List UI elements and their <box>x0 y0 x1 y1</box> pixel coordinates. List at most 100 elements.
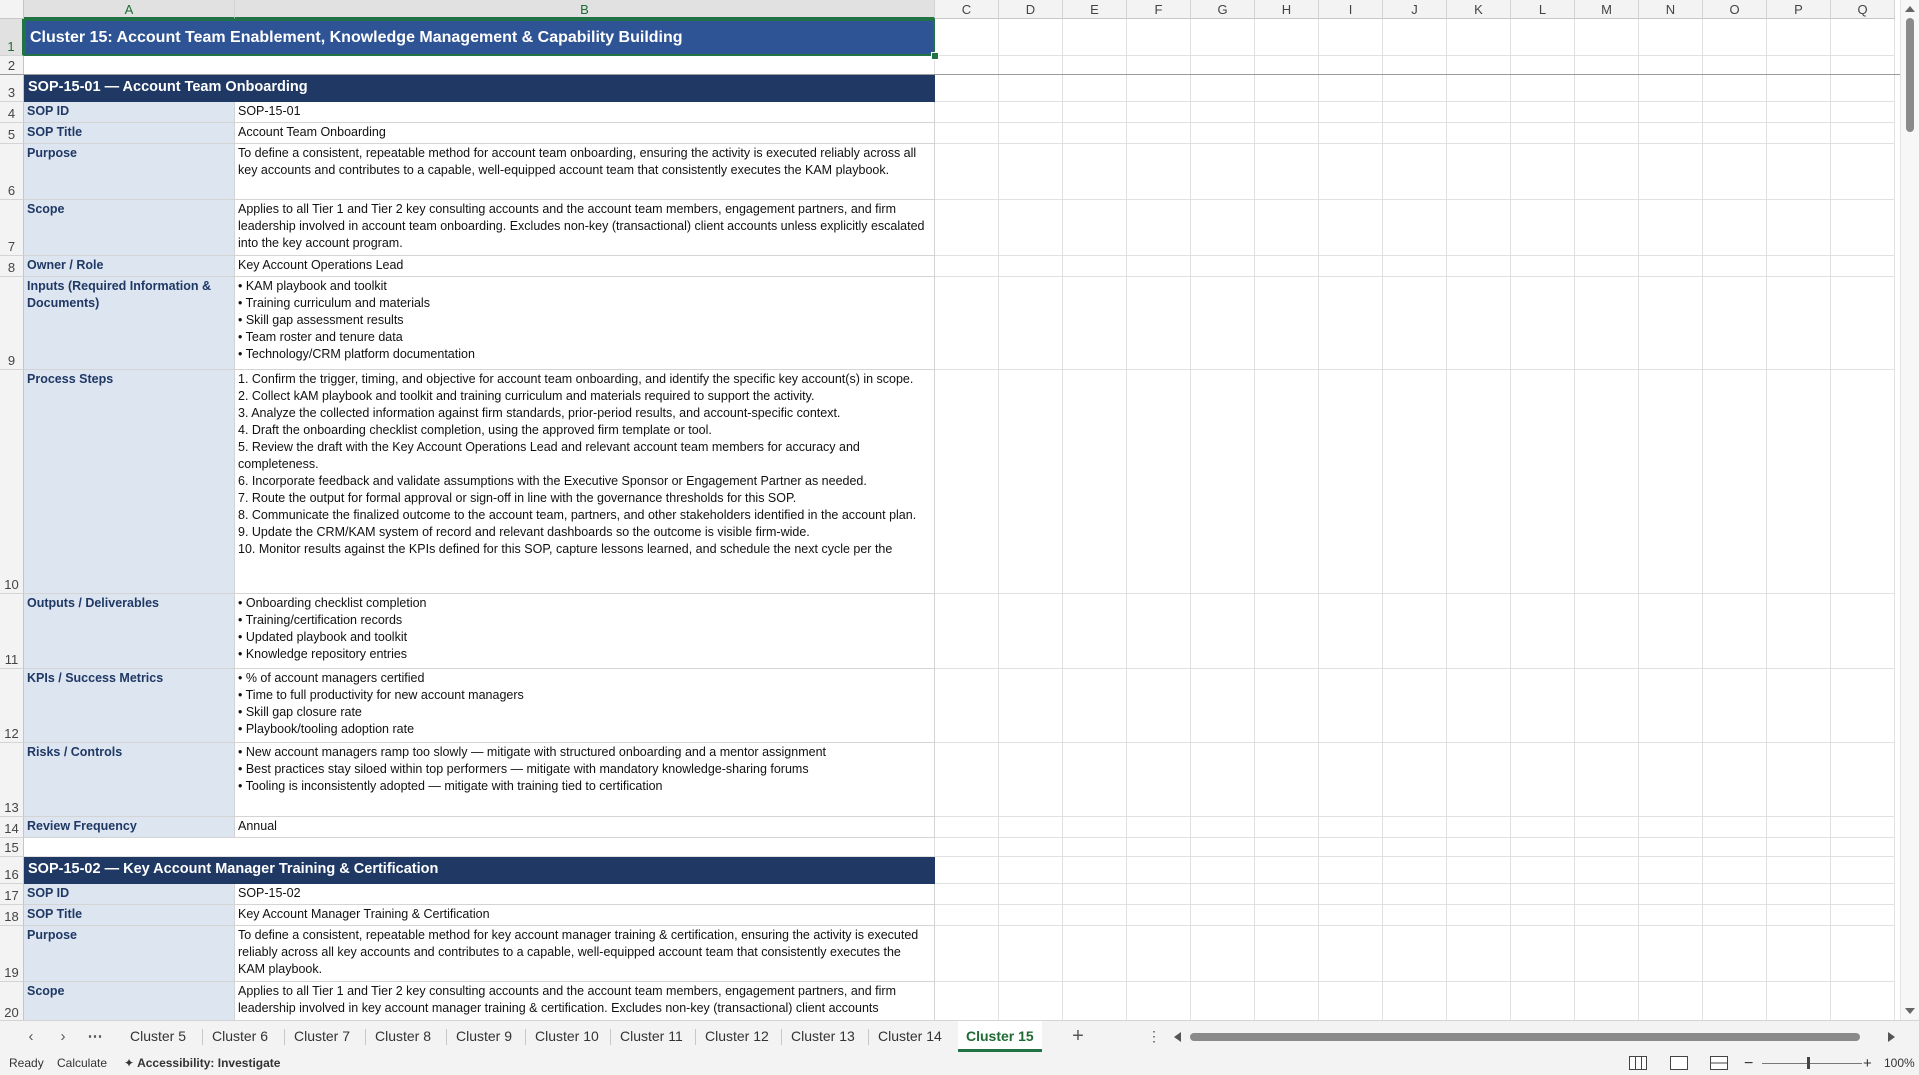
empty-cell[interactable] <box>1319 857 1383 884</box>
empty-cell[interactable] <box>1255 743 1319 817</box>
empty-cell[interactable] <box>1575 594 1639 669</box>
empty-cell[interactable] <box>935 200 999 256</box>
empty-cell[interactable] <box>1575 905 1639 926</box>
empty-cell[interactable] <box>999 743 1063 817</box>
empty-cell[interactable] <box>1447 256 1511 277</box>
column-header-p[interactable]: P <box>1767 0 1831 19</box>
empty-cell[interactable] <box>1511 256 1575 277</box>
empty-cell[interactable] <box>1127 743 1191 817</box>
empty-cell[interactable] <box>1511 669 1575 743</box>
empty-row-cell[interactable] <box>24 56 935 75</box>
column-header-e[interactable]: E <box>1063 0 1127 19</box>
empty-cell[interactable] <box>1831 669 1895 743</box>
empty-cell[interactable] <box>1191 857 1255 884</box>
empty-cell[interactable] <box>1767 982 1831 1020</box>
column-header-j[interactable]: J <box>1383 0 1447 19</box>
empty-cell[interactable] <box>1831 982 1895 1020</box>
empty-cell[interactable] <box>1319 370 1383 594</box>
empty-cell[interactable] <box>1319 884 1383 905</box>
empty-cell[interactable] <box>1575 857 1639 884</box>
empty-cell[interactable] <box>1063 905 1127 926</box>
empty-cell[interactable] <box>935 743 999 817</box>
empty-cell[interactable] <box>1767 256 1831 277</box>
sheet-tab-cluster-14[interactable]: Cluster 14 <box>870 1021 950 1052</box>
empty-cell[interactable] <box>1127 817 1191 838</box>
empty-cell[interactable] <box>1767 123 1831 144</box>
empty-cell[interactable] <box>1511 817 1575 838</box>
empty-cell[interactable] <box>1639 817 1703 838</box>
more-sheets-icon[interactable]: ⋯ <box>82 1021 108 1052</box>
empty-cell[interactable] <box>1319 982 1383 1020</box>
empty-cell[interactable] <box>1703 370 1767 594</box>
empty-cell[interactable] <box>1127 884 1191 905</box>
empty-cell[interactable] <box>999 200 1063 256</box>
scroll-right-icon[interactable] <box>1888 1032 1895 1042</box>
empty-cell[interactable] <box>1447 926 1511 982</box>
empty-cell[interactable] <box>1511 19 1575 56</box>
column-header-c[interactable]: C <box>935 0 999 19</box>
empty-cell[interactable] <box>1447 817 1511 838</box>
row-header-19[interactable]: 19 <box>0 926 24 982</box>
empty-cell[interactable] <box>1255 277 1319 370</box>
empty-cell[interactable] <box>1063 857 1127 884</box>
zoom-slider-thumb[interactable] <box>1807 1057 1810 1069</box>
empty-cell[interactable] <box>1255 817 1319 838</box>
empty-cell[interactable] <box>1575 256 1639 277</box>
empty-cell[interactable] <box>1511 838 1575 857</box>
empty-cell[interactable] <box>1447 200 1511 256</box>
empty-cell[interactable] <box>1767 743 1831 817</box>
field-label-cell[interactable]: SOP ID <box>24 102 235 123</box>
empty-cell[interactable] <box>1511 857 1575 884</box>
empty-cell[interactable] <box>1383 277 1447 370</box>
empty-cell[interactable] <box>1191 594 1255 669</box>
empty-cell[interactable] <box>1063 838 1127 857</box>
empty-cell[interactable] <box>1703 75 1767 102</box>
empty-cell[interactable] <box>1575 743 1639 817</box>
empty-cell[interactable] <box>1191 982 1255 1020</box>
empty-cell[interactable] <box>1063 817 1127 838</box>
empty-cell[interactable] <box>1831 743 1895 817</box>
field-value-cell[interactable]: • New account managers ramp too slowly —… <box>235 743 935 817</box>
empty-cell[interactable] <box>1191 200 1255 256</box>
empty-cell[interactable] <box>1575 277 1639 370</box>
empty-cell[interactable] <box>1511 370 1575 594</box>
empty-cell[interactable] <box>1831 256 1895 277</box>
empty-cell[interactable] <box>1703 594 1767 669</box>
empty-cell[interactable] <box>1831 857 1895 884</box>
empty-cell[interactable] <box>1511 884 1575 905</box>
empty-cell[interactable] <box>935 857 999 884</box>
empty-cell[interactable] <box>1383 200 1447 256</box>
column-header-d[interactable]: D <box>999 0 1063 19</box>
empty-cell[interactable] <box>1703 56 1767 75</box>
field-label-cell[interactable]: Inputs (Required Information & Documents… <box>24 277 235 370</box>
empty-cell[interactable] <box>1639 838 1703 857</box>
zoom-slider[interactable] <box>1762 1063 1862 1064</box>
empty-cell[interactable] <box>1447 370 1511 594</box>
field-value-cell[interactable]: Applies to all Tier 1 and Tier 2 key con… <box>235 200 935 256</box>
row-header-10[interactable]: 10 <box>0 370 24 594</box>
empty-cell[interactable] <box>1703 200 1767 256</box>
empty-cell[interactable] <box>1063 102 1127 123</box>
row-header-12[interactable]: 12 <box>0 669 24 743</box>
empty-cell[interactable] <box>1191 817 1255 838</box>
empty-cell[interactable] <box>1255 75 1319 102</box>
empty-cell[interactable] <box>999 669 1063 743</box>
empty-cell[interactable] <box>1767 838 1831 857</box>
empty-cell[interactable] <box>1639 905 1703 926</box>
empty-cell[interactable] <box>1127 144 1191 200</box>
empty-cell[interactable] <box>1319 56 1383 75</box>
empty-cell[interactable] <box>1831 277 1895 370</box>
empty-cell[interactable] <box>1319 277 1383 370</box>
empty-cell[interactable] <box>1831 56 1895 75</box>
empty-cell[interactable] <box>1831 123 1895 144</box>
empty-cell[interactable] <box>1767 75 1831 102</box>
empty-cell[interactable] <box>1255 370 1319 594</box>
empty-cell[interactable] <box>1255 19 1319 56</box>
empty-cell[interactable] <box>999 123 1063 144</box>
column-header-n[interactable]: N <box>1639 0 1703 19</box>
empty-cell[interactable] <box>1127 982 1191 1020</box>
row-header-3[interactable]: 3 <box>0 75 24 102</box>
field-value-cell[interactable]: Account Team Onboarding <box>235 123 935 144</box>
empty-cell[interactable] <box>1511 144 1575 200</box>
field-label-cell[interactable]: SOP Title <box>24 123 235 144</box>
